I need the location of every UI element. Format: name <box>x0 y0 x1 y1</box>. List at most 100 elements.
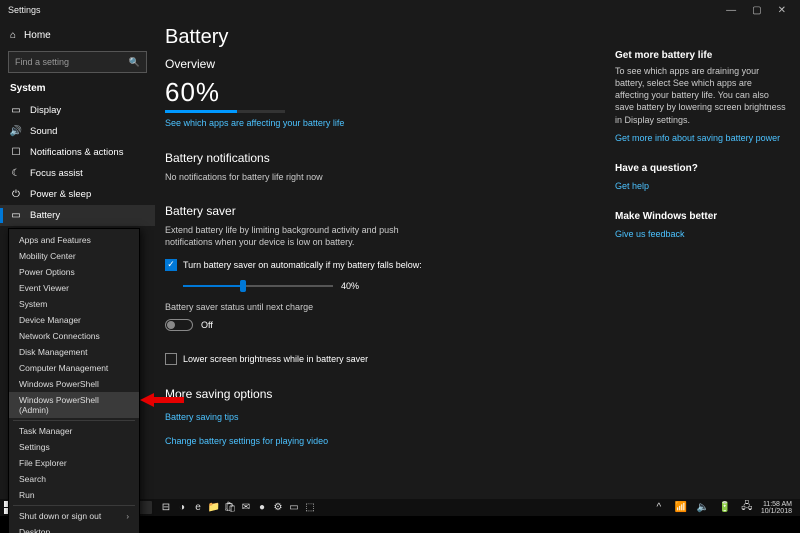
nav-label: Power & sleep <box>30 189 91 200</box>
auto-saver-checkbox[interactable]: ✓ <box>165 259 177 271</box>
nav-icon: ☾ <box>10 168 22 179</box>
winx-item-label: Windows PowerShell (Admin) <box>19 395 129 415</box>
taskbar-app-icon[interactable]: ⚙ <box>270 501 286 515</box>
clock-date: 10/1/2018 <box>761 508 792 515</box>
saver-status-label: Battery saver status until next charge <box>165 301 601 314</box>
feedback-link[interactable]: Give us feedback <box>615 229 685 239</box>
nav-item-focus-assist[interactable]: ☾Focus assist <box>0 163 155 184</box>
home-button[interactable]: ⌂ Home <box>0 26 155 45</box>
main-content: Battery Overview 60% See which apps are … <box>155 20 615 516</box>
close-button[interactable]: ✕ <box>778 5 786 16</box>
auto-saver-row: ✓ Turn battery saver on automatically if… <box>165 259 601 271</box>
auto-saver-label: Turn battery saver on automatically if m… <box>183 260 422 270</box>
winx-event-viewer[interactable]: Event Viewer <box>9 280 139 296</box>
tray-icon[interactable]: 🖧 <box>739 501 755 515</box>
nav-item-battery[interactable]: ▭Battery <box>0 205 155 226</box>
winx-search[interactable]: Search <box>9 471 139 487</box>
winx-task-manager[interactable]: Task Manager <box>9 423 139 439</box>
winx-desktop[interactable]: Desktop <box>9 524 139 533</box>
winx-settings[interactable]: Settings <box>9 439 139 455</box>
search-placeholder: Find a setting <box>15 57 129 67</box>
right-mwb-heading: Make Windows better <box>615 211 788 222</box>
search-input[interactable]: Find a setting 🔍 <box>8 51 147 73</box>
brightness-checkbox[interactable] <box>165 353 177 365</box>
home-icon: ⌂ <box>10 30 16 41</box>
threshold-slider-row: 40% <box>183 281 601 291</box>
threshold-slider[interactable] <box>183 285 333 287</box>
winx-item-label: Apps and Features <box>19 235 91 245</box>
winx-item-label: Desktop <box>19 527 50 533</box>
menu-separator <box>13 505 135 506</box>
winx-device-manager[interactable]: Device Manager <box>9 312 139 328</box>
winx-item-label: Event Viewer <box>19 283 69 293</box>
chevron-right-icon: › <box>126 512 129 521</box>
taskbar-app-icon[interactable]: ⊟ <box>158 501 174 515</box>
winx-power-options[interactable]: Power Options <box>9 264 139 280</box>
winx-item-label: System <box>19 299 47 309</box>
nav-icon: 🔊 <box>10 126 22 137</box>
brightness-label: Lower screen brightness while in battery… <box>183 354 368 364</box>
clock-time: 11:58 AM <box>761 501 792 508</box>
tray-icon[interactable]: ^ <box>651 501 667 515</box>
winx-item-label: Disk Management <box>19 347 88 357</box>
winx-network-connections[interactable]: Network Connections <box>9 328 139 344</box>
winx-computer-management[interactable]: Computer Management <box>9 360 139 376</box>
nav-item-sound[interactable]: 🔊Sound <box>0 121 155 142</box>
saver-toggle-row: Off <box>165 319 601 331</box>
winx-item-label: Shut down or sign out <box>19 511 101 521</box>
taskbar-app-icon[interactable]: ✉ <box>238 501 254 515</box>
winx-file-explorer[interactable]: File Explorer <box>9 455 139 471</box>
tray-icon[interactable]: 🔈 <box>695 501 711 515</box>
battery-saver-heading: Battery saver <box>165 204 601 218</box>
winx-disk-management[interactable]: Disk Management <box>9 344 139 360</box>
tray-icon[interactable]: 📶 <box>673 501 689 515</box>
maximize-button[interactable]: ▢ <box>752 5 761 16</box>
nav-item-notifications-actions[interactable]: ☐Notifications & actions <box>0 142 155 163</box>
winx-apps-and-features[interactable]: Apps and Features <box>9 232 139 248</box>
battery-percent: 60% <box>165 77 601 108</box>
winx-item-label: Task Manager <box>19 426 72 436</box>
notifications-text: No notifications for battery life right … <box>165 171 601 184</box>
nav-item-power-sleep[interactable]: ⏻ Power & sleep <box>0 184 155 205</box>
nav-label: Display <box>30 105 61 116</box>
taskbar-app-icon[interactable]: ● <box>254 501 270 515</box>
minimize-button[interactable]: — <box>726 5 736 16</box>
winx-run[interactable]: Run <box>9 487 139 503</box>
nav-icon: ⏻ <box>10 189 22 200</box>
right-panel: Get more battery life To see which apps … <box>615 20 800 516</box>
winx-shut-down-or-sign-out[interactable]: Shut down or sign out › <box>9 508 139 524</box>
right-more-link[interactable]: Get more info about saving battery power <box>615 133 780 143</box>
nav-icon: ▭ <box>10 105 22 116</box>
nav-item-display[interactable]: ▭ Display <box>0 100 155 121</box>
video-settings-link[interactable]: Change battery settings for playing vide… <box>165 436 328 446</box>
winx-item-label: Search <box>19 474 46 484</box>
get-help-link[interactable]: Get help <box>615 181 649 191</box>
winx-windows-powershell[interactable]: Windows PowerShell <box>9 376 139 392</box>
notifications-heading: Battery notifications <box>165 151 601 165</box>
annotation-arrow <box>140 393 184 407</box>
saver-toggle[interactable] <box>165 319 193 331</box>
taskbar-clock[interactable]: 11:58 AM 10/1/2018 <box>761 501 796 515</box>
more-options-heading: More saving options <box>165 387 601 401</box>
tray-icon[interactable]: 🔋 <box>717 501 733 515</box>
taskbar-app-icon[interactable]: e <box>190 501 206 515</box>
right-more-text: To see which apps are draining your batt… <box>615 65 788 126</box>
battery-bar-fill <box>165 110 237 113</box>
winx-item-label: Windows PowerShell <box>19 379 99 389</box>
battery-saver-desc: Extend battery life by limiting backgrou… <box>165 224 425 249</box>
winx-system[interactable]: System <box>9 296 139 312</box>
titlebar: Settings — ▢ ✕ <box>0 0 800 20</box>
taskbar-app-icon[interactable]: ▭ <box>286 501 302 515</box>
taskbar-app-icon[interactable]: 🛍 <box>222 501 238 515</box>
brightness-row: Lower screen brightness while in battery… <box>165 353 601 365</box>
nav-subhead: System <box>0 83 155 100</box>
right-question-heading: Have a question? <box>615 163 788 174</box>
battery-tips-link[interactable]: Battery saving tips <box>165 412 239 422</box>
nav-label: Notifications & actions <box>30 147 123 158</box>
taskbar-app-icon[interactable]: 📁 <box>206 501 222 515</box>
winx-windows-powershell-admin-[interactable]: Windows PowerShell (Admin) <box>9 392 139 418</box>
winx-mobility-center[interactable]: Mobility Center <box>9 248 139 264</box>
taskbar-app-icon[interactable]: ◑ <box>174 501 190 515</box>
taskbar-app-icon[interactable]: ⬚ <box>302 501 318 515</box>
apps-affecting-link[interactable]: See which apps are affecting your batter… <box>165 118 344 128</box>
